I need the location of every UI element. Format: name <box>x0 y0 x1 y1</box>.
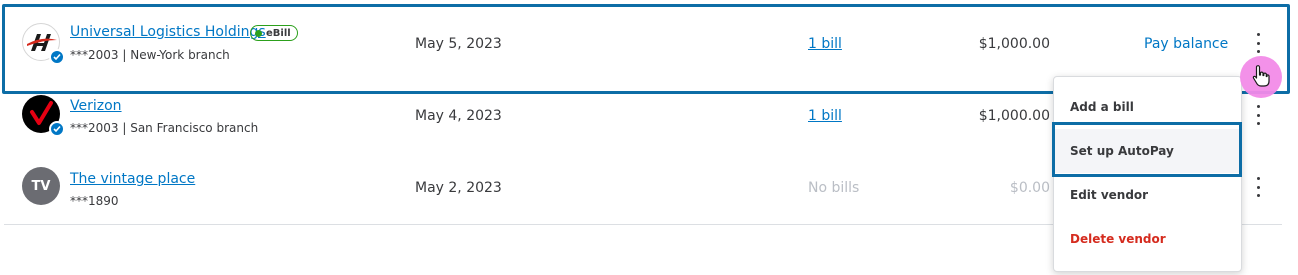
vendor-name-link[interactable]: Verizon <box>70 98 122 114</box>
last-date: May 4, 2023 <box>415 108 502 124</box>
vendor-avatar: TV <box>22 167 60 205</box>
vendor-subtitle: ***1890 <box>70 194 119 208</box>
vendor-subtitle: ***2003 | San Francisco branch <box>70 121 259 135</box>
menu-item-edit-vendor[interactable]: Edit vendor <box>1054 173 1241 217</box>
menu-item-setup-autopay[interactable]: Set up AutoPay <box>1054 129 1241 173</box>
vendor-name-link[interactable]: Universal Logistics Holdings <box>70 24 266 40</box>
ebill-label: eBill <box>266 27 291 39</box>
last-date: May 2, 2023 <box>415 180 502 196</box>
balance-amount: $1,000.00 <box>978 108 1050 124</box>
balance-amount: $1,000.00 <box>978 36 1050 52</box>
kebab-menu-icon[interactable] <box>1250 33 1266 53</box>
kebab-menu-icon[interactable] <box>1250 177 1266 197</box>
pay-balance-button[interactable]: Pay balance <box>1144 36 1228 52</box>
balance-amount: $0.00 <box>1009 180 1050 196</box>
bills-link[interactable]: 1 bill <box>808 36 842 52</box>
check-badge-icon <box>49 121 65 137</box>
vendor-name-link[interactable]: The vintage place <box>70 171 195 187</box>
table-row: Universal Logistics Holdings eBill ***20… <box>4 8 1282 81</box>
kebab-menu-icon[interactable] <box>1250 105 1266 125</box>
bills-link[interactable]: 1 bill <box>808 108 842 124</box>
vendor-avatar <box>22 95 65 137</box>
hand-pointer-icon <box>1250 64 1272 88</box>
menu-item-delete-vendor[interactable]: Delete vendor <box>1054 217 1241 261</box>
ebill-badge: eBill <box>250 25 298 41</box>
check-badge-icon <box>49 49 65 65</box>
row-actions-menu: Add a bill Set up AutoPay Edit vendor De… <box>1053 76 1242 272</box>
last-date: May 5, 2023 <box>415 36 502 52</box>
bills-status: No bills <box>808 180 860 196</box>
vendor-avatar <box>22 23 65 65</box>
menu-item-add-bill[interactable]: Add a bill <box>1054 85 1241 129</box>
ebill-dot-icon <box>255 29 262 37</box>
vendor-initials: TV <box>22 167 60 205</box>
vendor-subtitle: ***2003 | New-York branch <box>70 48 230 62</box>
